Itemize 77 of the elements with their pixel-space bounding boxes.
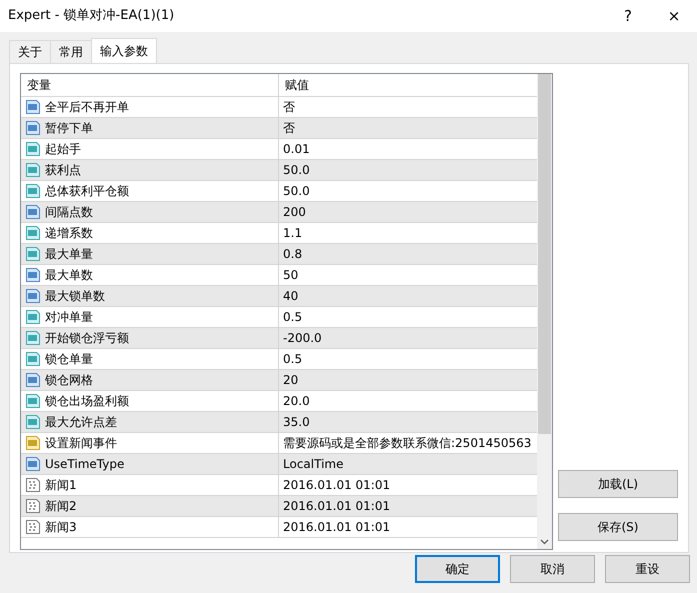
help-button[interactable]: ? xyxy=(605,0,651,32)
parameter-name: 锁仓网格 xyxy=(45,372,93,389)
document-icon xyxy=(25,456,41,472)
parameter-value: 0.5 xyxy=(283,351,302,368)
parameter-value: 需要源码或是全部参数联系微信:2501450563 xyxy=(283,435,532,452)
document-icon xyxy=(25,288,41,304)
parameter-value: 否 xyxy=(283,99,295,116)
parameter-value: 2016.01.01 01:01 xyxy=(283,498,390,515)
document-icon xyxy=(25,351,41,367)
parameter-value: 0.5 xyxy=(283,309,302,326)
dialog-button[interactable]: 确定 xyxy=(415,555,500,583)
document-icon xyxy=(25,393,41,409)
parameter-value: 50.0 xyxy=(283,183,310,200)
parameter-name: 对冲单量 xyxy=(45,309,93,326)
parameter-name: UseTimeType xyxy=(45,456,124,473)
parameter-name: 最大单数 xyxy=(45,267,93,284)
document-icon xyxy=(25,120,41,136)
parameter-value: 20.0 xyxy=(283,393,310,410)
parameter-name: 最大允许点差 xyxy=(45,414,117,431)
parameter-value: -200.0 xyxy=(283,330,322,347)
document-icon xyxy=(25,267,41,283)
parameter-value: 否 xyxy=(283,120,295,137)
parameter-name: 最大锁单数 xyxy=(45,288,105,305)
parameter-value: 0.8 xyxy=(283,246,302,263)
document-icon xyxy=(25,162,41,178)
tab[interactable]: 输入参数 xyxy=(91,38,157,63)
parameter-value: 50 xyxy=(283,267,298,284)
parameter-name: 获利点 xyxy=(45,162,81,179)
parameter-name: 新闻1 xyxy=(45,477,77,494)
document-icon xyxy=(25,330,41,346)
parameter-name: 开始锁仓浮亏额 xyxy=(45,330,129,347)
document-icon xyxy=(25,99,41,115)
parameter-value: 35.0 xyxy=(283,414,310,431)
column-header: 变量 xyxy=(27,77,51,94)
parameter-value: 0.01 xyxy=(283,141,310,158)
document-icon xyxy=(25,435,41,451)
parameter-value: LocalTime xyxy=(283,456,344,473)
document-icon xyxy=(25,141,41,157)
parameter-name: 全平后不再开单 xyxy=(45,99,129,116)
parameter-name: 总体获利平仓额 xyxy=(45,183,129,200)
parameter-value: 50.0 xyxy=(283,162,310,179)
document-icon xyxy=(25,246,41,262)
grid-document-icon xyxy=(25,519,41,535)
parameter-name: 暂停下单 xyxy=(45,120,93,137)
side-button[interactable]: 加载(L) xyxy=(558,470,678,498)
parameter-name: 新闻3 xyxy=(45,519,77,536)
scrollbar[interactable] xyxy=(537,74,552,549)
grid-document-icon xyxy=(25,477,41,493)
document-icon xyxy=(25,372,41,388)
parameter-value: 1.1 xyxy=(283,225,302,242)
tab[interactable]: 关于 xyxy=(9,40,51,63)
parameter-name: 最大单量 xyxy=(45,246,93,263)
parameter-value: 200 xyxy=(283,204,306,221)
column-header: 赋值 xyxy=(285,77,309,94)
parameter-value: 40 xyxy=(283,288,298,305)
parameter-name: 间隔点数 xyxy=(45,204,93,221)
parameter-name: 新闻2 xyxy=(45,498,77,515)
parameter-value: 20 xyxy=(283,372,298,389)
parameter-name: 锁仓出场盈利额 xyxy=(45,393,129,410)
document-icon xyxy=(25,183,41,199)
close-button[interactable]: × xyxy=(651,0,697,32)
side-button[interactable]: 保存(S) xyxy=(558,513,678,541)
dialog-button[interactable]: 取消 xyxy=(510,555,595,583)
dialog-button[interactable]: 重设 xyxy=(605,555,690,583)
document-icon xyxy=(25,225,41,241)
parameter-name: 设置新闻事件 xyxy=(45,435,117,452)
scrollbar-thumb[interactable] xyxy=(538,74,551,434)
parameter-value: 2016.01.01 01:01 xyxy=(283,519,390,536)
parameter-name: 起始手 xyxy=(45,141,81,158)
parameter-name: 锁仓单量 xyxy=(45,351,93,368)
parameter-name: 递增系数 xyxy=(45,225,93,242)
document-icon xyxy=(25,204,41,220)
window-title: Expert - 锁单对冲-EA(1)(1) xyxy=(8,7,176,26)
document-icon xyxy=(25,309,41,325)
document-icon xyxy=(25,414,41,430)
parameter-value: 2016.01.01 01:01 xyxy=(283,477,390,494)
grid-document-icon xyxy=(25,498,41,514)
